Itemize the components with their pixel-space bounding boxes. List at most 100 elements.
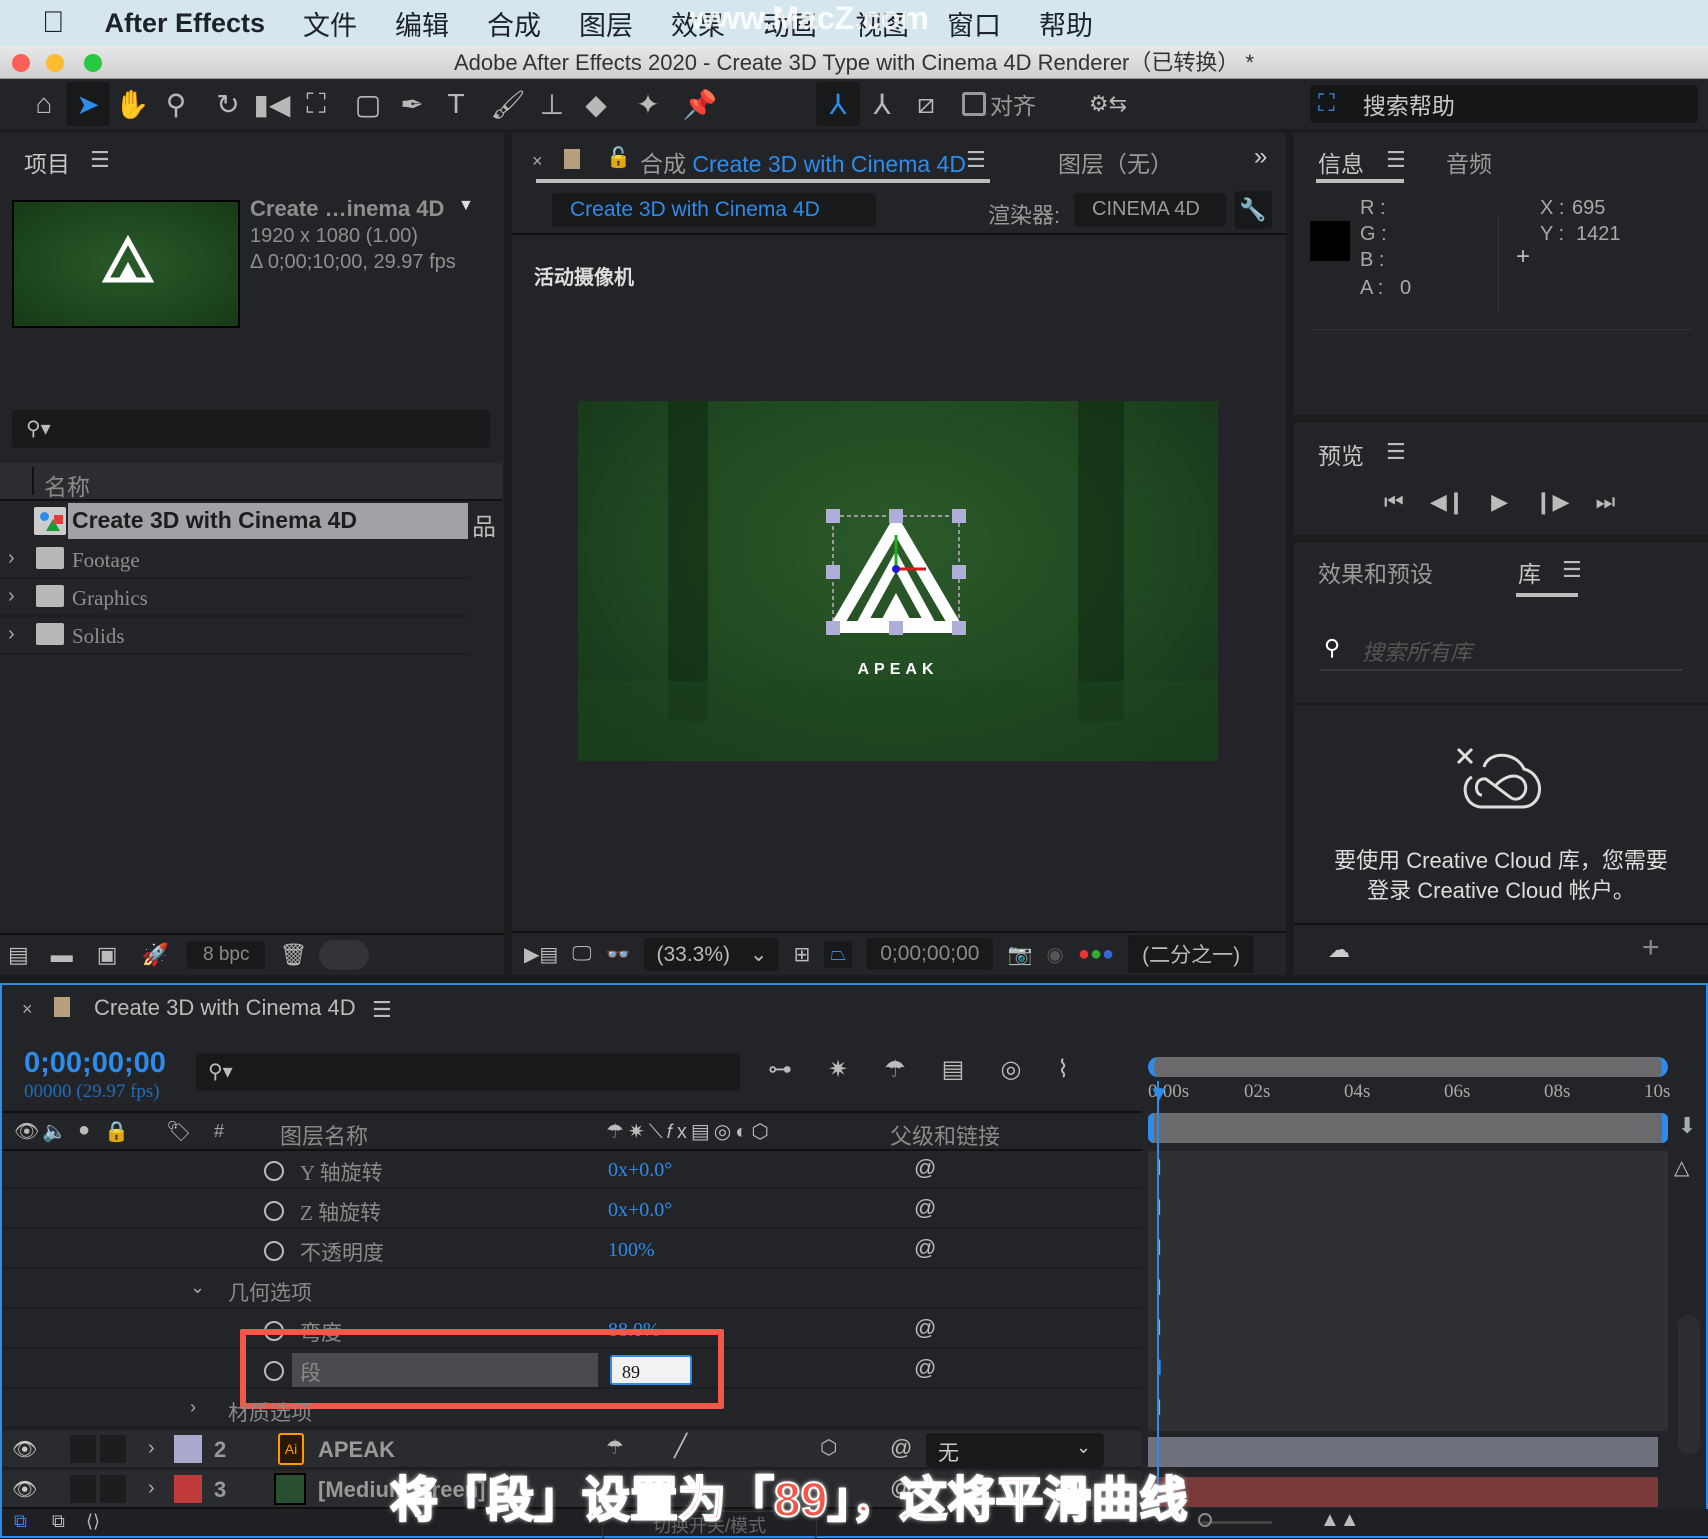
property-row-y-rotation[interactable]: Y 轴旋转 0x+0.0° @ <box>2 1151 1142 1189</box>
work-area-bar[interactable] <box>1148 1057 1668 1077</box>
view-axis-mode-icon[interactable]: ⧄ <box>904 82 948 126</box>
search-help-field[interactable]: ⛶ 搜索帮助 <box>1310 85 1698 123</box>
tab-audio[interactable]: 音频 <box>1446 145 1492 179</box>
quality-switch-icon[interactable]: ╱ <box>674 1433 687 1459</box>
expand-chevron-icon[interactable]: › <box>8 547 15 570</box>
audio-toggle[interactable] <box>70 1475 96 1503</box>
first-frame-icon[interactable]: ⏮ <box>1384 489 1404 515</box>
playhead-marker-icon[interactable]: ▼ <box>1148 1081 1170 1107</box>
property-value[interactable]: 0x+0.0° <box>608 1159 672 1182</box>
render-queue-icon[interactable]: 🚀 <box>142 942 169 968</box>
camera-tool-icon[interactable]: ▮◀ <box>250 82 294 126</box>
close-window-button[interactable] <box>12 54 30 72</box>
comp-name[interactable]: Create …inema 4D <box>250 196 444 222</box>
new-composition-icon[interactable]: ▣ <box>97 942 118 968</box>
video-eye-icon[interactable]: 👁 <box>14 1119 39 1144</box>
layer-search-input[interactable]: ⚲▾ <box>196 1053 740 1091</box>
preview-icon[interactable]: ▶▤ <box>524 942 558 967</box>
comp-breadcrumb[interactable]: Create 3D with Cinema 4D <box>552 193 876 227</box>
expand-chevron-icon[interactable]: › <box>190 1397 196 1418</box>
grid-guides-icon[interactable]: ⊞ <box>793 942 810 967</box>
layer-color-label[interactable] <box>174 1475 202 1503</box>
composition-flowchart-icon[interactable]: ⊶ <box>768 1055 792 1084</box>
pickwhip-icon[interactable]: @ <box>890 1435 912 1461</box>
tab-effects-presets[interactable]: 效果和预设 <box>1318 555 1433 589</box>
switches-icons[interactable]: ☂✷⟍𝑓x▤◎◐⬡ <box>606 1119 773 1144</box>
column-name[interactable]: 名称 <box>44 468 90 502</box>
3d-layer-switch-icon[interactable]: ⬡ <box>820 1435 837 1460</box>
expand-chevron-icon[interactable]: › <box>8 585 15 608</box>
add-library-icon[interactable]: + <box>1642 931 1660 965</box>
solo-toggle[interactable] <box>100 1435 126 1463</box>
mask-visibility-icon[interactable]: ⏢ <box>824 940 853 968</box>
pickwhip-icon[interactable]: @ <box>914 1195 936 1221</box>
library-search-input[interactable]: ⚲ 搜索所有库 <box>1320 631 1682 671</box>
apeak-logo-icon[interactable] <box>826 509 966 635</box>
current-time-field[interactable]: 0;00;00;00 <box>866 938 994 970</box>
project-menu-icon[interactable]: ☰ <box>90 147 110 173</box>
close-tab-icon[interactable]: × <box>532 151 543 172</box>
minimize-window-button[interactable] <box>46 54 64 72</box>
zoom-slider-thumb[interactable] <box>1198 1513 1212 1527</box>
rotate-tool-icon[interactable]: ↻ <box>206 82 250 126</box>
expand-chevron-icon[interactable]: › <box>148 1437 155 1460</box>
group-geometry-options[interactable]: ⌄ 几何选项 <box>2 1271 1142 1309</box>
solo-dot-icon[interactable]: ● <box>78 1119 90 1142</box>
tab-libraries[interactable]: 库 <box>1518 555 1541 589</box>
pickwhip-icon[interactable]: @ <box>914 1315 936 1341</box>
shape-graph-icon[interactable]: △ <box>1674 1155 1689 1180</box>
timeline-menu-icon[interactable]: ☰ <box>372 997 392 1023</box>
tab-layer[interactable]: 图层（无） <box>1058 145 1173 179</box>
comp-dropdown-icon[interactable]: ▼ <box>458 197 474 215</box>
align-checkbox[interactable]: 对齐 <box>962 87 1036 121</box>
zoom-tool-icon[interactable]: ⚲ <box>154 82 198 126</box>
shy-switch-icon[interactable]: ☂ <box>606 1435 624 1460</box>
project-item-comp[interactable]: Create 3D with Cinema 4D <box>0 503 470 539</box>
pickwhip-icon[interactable]: @ <box>914 1355 936 1381</box>
next-frame-icon[interactable]: ❙▶ <box>1534 489 1569 515</box>
property-row-z-rotation[interactable]: Z 轴旋转 0x+0.0° @ <box>2 1191 1142 1229</box>
transfer-controls-icon[interactable]: ⧉ <box>52 1511 65 1532</box>
snapshot-camera-icon[interactable]: 📷 <box>1007 942 1032 967</box>
local-axis-mode-icon[interactable]: ⅄ <box>816 82 860 126</box>
delete-trash-icon[interactable]: 🗑 <box>279 942 307 968</box>
menu-help[interactable]: 帮助 <box>1039 4 1093 43</box>
magnification-select[interactable]: (33.3%) ⌄ <box>644 937 780 971</box>
layer-color-label[interactable] <box>174 1435 202 1463</box>
interpret-footage-icon[interactable]: ▤ <box>8 942 29 968</box>
workspace-settings-icon[interactable]: ⚙⇆ <box>1086 82 1130 126</box>
comp-marker-icon[interactable]: ⬇ <box>1678 1113 1696 1139</box>
frame-blending-icon[interactable]: ▤ <box>942 1055 965 1084</box>
selection-tool-icon[interactable]: ➤ <box>66 82 110 126</box>
pan-behind-tool-icon[interactable]: ⛶ <box>294 82 338 126</box>
shy-layers-icon[interactable]: ☂ <box>884 1055 906 1084</box>
menu-edit[interactable]: 编辑 <box>395 4 449 43</box>
puppet-pin-tool-icon[interactable]: 📌 <box>678 82 722 126</box>
playhead-line[interactable] <box>1157 1081 1159 1511</box>
last-frame-icon[interactable]: ⏭ <box>1595 489 1615 515</box>
play-icon[interactable]: ▶ <box>1491 489 1508 515</box>
column-parent-link[interactable]: 父级和链接 <box>890 1119 1000 1151</box>
comp-panel-menu-icon[interactable]: ☰ <box>966 147 986 173</box>
3d-glasses-icon[interactable]: 👓 <box>606 942 631 967</box>
bit-depth-button[interactable]: 8 bpc <box>187 941 266 969</box>
previous-frame-icon[interactable]: ◀❙ <box>1430 489 1465 515</box>
property-value[interactable]: 0x+0.0° <box>608 1199 672 1222</box>
audio-speaker-icon[interactable]: 🔈 <box>42 1119 67 1144</box>
type-tool-icon[interactable]: T <box>434 82 478 126</box>
brush-tool-icon[interactable]: 🖌 <box>486 82 530 126</box>
project-item-solids[interactable]: › Solids <box>0 617 470 655</box>
more-panels-icon[interactable]: » <box>1254 143 1267 171</box>
renderer-options-wrench-icon[interactable]: 🔧 <box>1234 191 1272 229</box>
collapse-chevron-icon[interactable]: ⌄ <box>190 1277 205 1298</box>
menu-file[interactable]: 文件 <box>303 4 357 43</box>
menu-app[interactable]: After Effects <box>105 8 266 39</box>
renderer-select[interactable]: CINEMA 4D <box>1074 193 1226 227</box>
expand-chevron-icon[interactable]: › <box>8 623 15 646</box>
motion-blur-icon[interactable]: ◎ <box>1000 1055 1021 1084</box>
property-row-opacity[interactable]: 不透明度 100% @ <box>2 1231 1142 1269</box>
comp-viewer-canvas[interactable]: APEAK <box>578 401 1218 761</box>
draft-3d-icon[interactable]: ✷ <box>828 1055 848 1084</box>
column-layer-name[interactable]: 图层名称 <box>280 1119 368 1151</box>
home-icon[interactable]: ⌂ <box>22 82 66 126</box>
